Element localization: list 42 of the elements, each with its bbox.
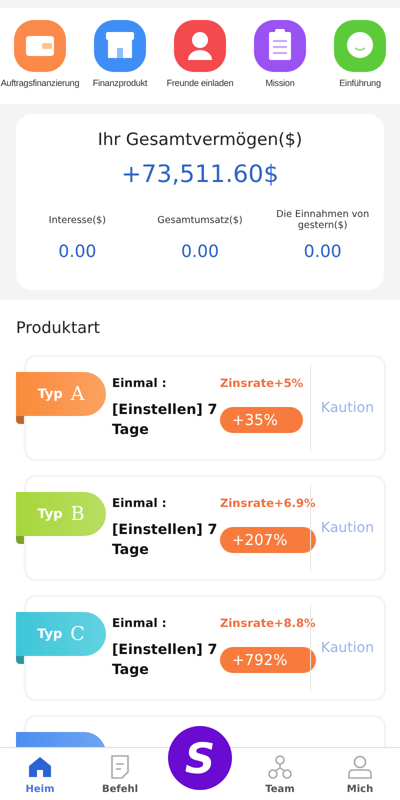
ribbon-fold [16,416,24,424]
return-badge: +35% [220,407,304,433]
nav-tab[interactable]: Heim [0,748,80,800]
assets-title: Ihr Gesamtvermögen($) [98,130,302,150]
stat-value: 0.00 [181,242,219,262]
term-text: [Einstellen] 7 Tage [112,521,218,560]
ribbon-fold [16,536,24,544]
stat-label: Die Einnahmen von gestern($) [275,208,370,233]
term-text: [Einstellen] 7 Tage [112,641,218,680]
type-letter: C [70,623,85,645]
type-letter: A [70,383,84,405]
return-badge: +792% [220,647,316,673]
logo-button[interactable]: S [168,726,232,790]
total-amount: +73,511.60$ [121,160,279,188]
type-label: Typ [38,386,63,402]
shortcut-label[interactable]: Auftragsfinanzierung [0,78,80,88]
user-icon [347,754,373,780]
term-text: [Einstellen] 7 Tage [112,401,218,440]
shortcut-label[interactable]: Einführung [339,78,381,88]
shortcut-label[interactable]: Mission [265,78,295,88]
stat-label: Gesamtumsatz($) [156,214,244,228]
nav-tab[interactable]: Mich [320,748,400,800]
shortcut-label[interactable]: Freunde einladen [166,78,234,88]
once-label: Einmal : [112,376,168,390]
stat-label: Interesse($) [48,214,107,228]
type-letter: B [70,503,85,525]
type-label: Typ [37,626,62,642]
shortcut-label[interactable]: Finanzprodukt [92,78,148,88]
nav-tab[interactable]: Team [240,748,320,800]
section-title: Produktart [16,318,101,337]
team-icon [267,754,293,780]
rate-text: Zinsrate+8.8% [220,616,316,630]
return-badge: +207% [220,527,316,553]
rate-text: Zinsrate+6.9% [220,496,316,510]
once-label: Einmal : [112,496,168,510]
rate-text: Zinsrate+5% [220,376,304,390]
ribbon-fold [16,656,24,664]
nav-tab[interactable]: Befehl [80,748,160,800]
stat-value: 0.00 [304,242,342,262]
stat-value: 0.00 [58,242,96,262]
once-label: Einmal : [112,616,168,630]
type-label: Typ [37,506,63,522]
